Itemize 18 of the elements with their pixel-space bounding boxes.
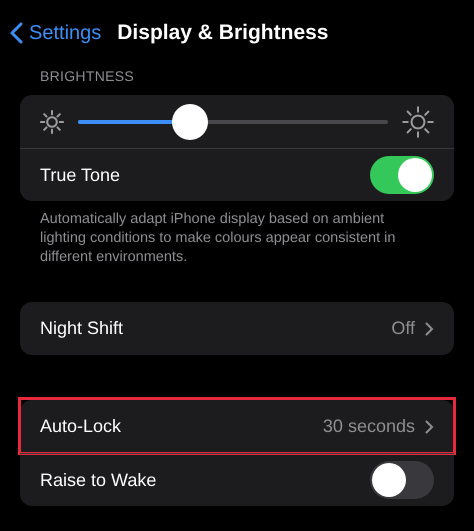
back-chevron-icon [10, 22, 23, 44]
row-label: Night Shift [40, 317, 124, 340]
toggle-switch[interactable] [370, 461, 434, 499]
slider-thumb[interactable] [172, 104, 208, 140]
row-label: Raise to Wake [40, 468, 156, 492]
row-label: Auto-Lock [40, 415, 122, 438]
footer-text: Automatically adapt iPhone display based on ambient lighting conditions to make colours appear consistent in different environments. [40, 210, 396, 267]
chevron-icon [425, 420, 434, 434]
row-value: Off [391, 317, 415, 340]
row-value: 30 seconds [322, 415, 415, 438]
sun-icon [40, 110, 64, 134]
chevron-icon [425, 322, 434, 336]
page-title: Display & Brightness [117, 20, 328, 46]
back-button[interactable]: Settings [10, 18, 102, 48]
row-label: True Tone [40, 164, 120, 186]
toggle-switch[interactable] [370, 156, 434, 194]
section-header: BRIGHTNESS [40, 67, 136, 86]
sun-icon [402, 106, 434, 138]
